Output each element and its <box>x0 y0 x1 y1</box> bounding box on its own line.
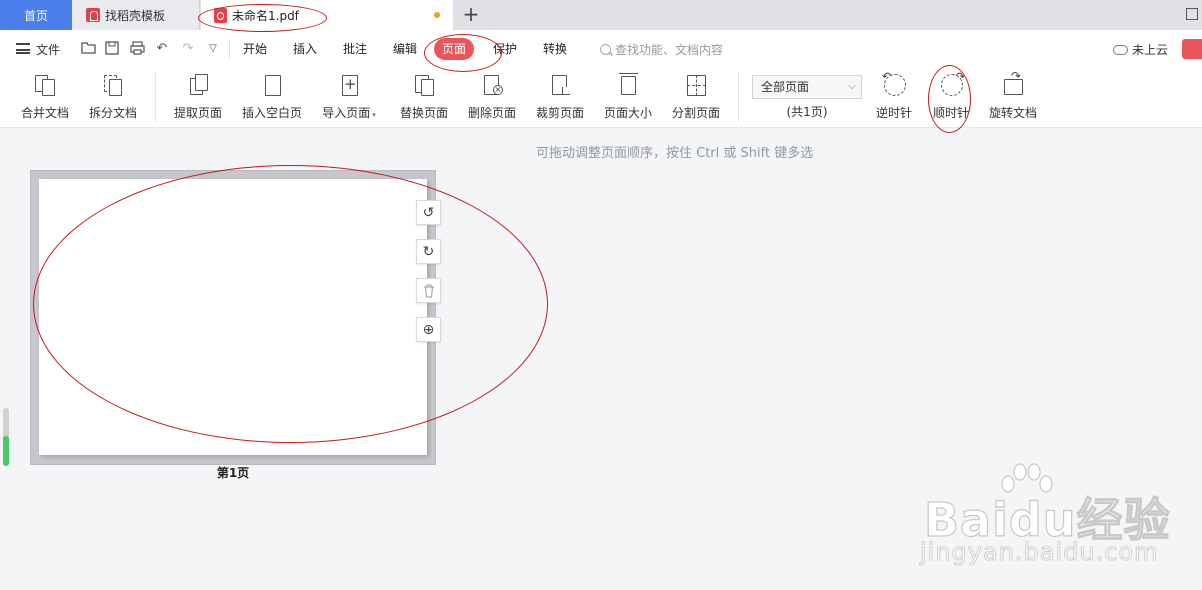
page-size-icon <box>616 72 640 98</box>
tab-home-label: 首页 <box>23 8 48 23</box>
menu-icon[interactable] <box>16 43 30 54</box>
page-thumbnail[interactable] <box>30 170 436 465</box>
tab-insert[interactable]: 插入 <box>285 38 325 60</box>
delete-page-icon: × <box>480 72 504 98</box>
crop-icon <box>548 72 572 98</box>
crop-page-button[interactable]: 裁剪页面 <box>530 72 590 124</box>
rotate-ccw-icon: ↶ <box>882 70 906 98</box>
insert-blank-page-button[interactable]: 插入空白页 <box>238 72 306 124</box>
replace-page-button[interactable]: 替换页面 <box>394 72 454 124</box>
rotate-ccw-button[interactable]: ↶ 逆时针 <box>868 70 920 124</box>
page-count: (共1页) <box>786 105 828 119</box>
delete-page-button[interactable]: × 删除页面 <box>462 72 522 124</box>
page-size-button[interactable]: 页面大小 <box>598 72 658 124</box>
cloud-label: 未上云 <box>1132 43 1169 57</box>
share-button[interactable] <box>1182 39 1202 59</box>
tab-templates-label: 找稻壳模板 <box>105 8 166 23</box>
merge-label: 合并文档 <box>20 106 69 120</box>
divider <box>155 72 156 122</box>
ribbon-toolbar: 合并文档 拆分文档 提取页面 插入空白页 + 导入页面 ▾ 替换页面 × 删除页… <box>0 68 1202 128</box>
page-number-label: 第1页 <box>216 466 250 480</box>
extract-label: 提取页面 <box>173 106 222 120</box>
tab-strip: 首页 找稻壳模板 未命名1.pdf + <box>0 0 1202 30</box>
rotate-cw-button[interactable]: ↷ 顺时针 <box>925 70 977 124</box>
cloud-status[interactable]: 未上云 <box>1113 41 1168 58</box>
tab-protect[interactable]: 保护 <box>485 38 525 60</box>
import-page-button[interactable]: + 导入页面 ▾ <box>316 72 382 124</box>
tab-document-label: 未命名1.pdf <box>232 8 299 23</box>
extract-page-button[interactable]: 提取页面 <box>168 72 228 124</box>
search-box[interactable]: 查找功能、文档内容 <box>600 41 723 58</box>
undo-icon[interactable]: ↶ <box>154 41 170 57</box>
chevron-down-icon: ⌵ <box>848 81 856 92</box>
tab-annotate[interactable]: 批注 <box>335 38 375 60</box>
search-icon <box>600 44 611 55</box>
split-page-button[interactable]: 分割页面 <box>666 72 726 124</box>
import-icon: + <box>337 72 361 98</box>
page-preview <box>39 179 427 455</box>
split-page-icon <box>684 72 708 98</box>
ccw-label: 逆时针 <box>875 106 912 120</box>
unsaved-indicator <box>434 12 440 18</box>
tab-start[interactable]: 开始 <box>235 38 275 60</box>
tab-edit[interactable]: 编辑 <box>385 38 425 60</box>
merge-docs-button[interactable]: 合并文档 <box>14 72 76 124</box>
rotate-document-button[interactable]: ↷ 旋转文档 <box>984 69 1042 124</box>
rotate-cw-icon: ↷ <box>939 70 965 98</box>
split-docs-button[interactable]: 拆分文档 <box>84 72 142 124</box>
tab-document[interactable]: 未命名1.pdf <box>201 0 453 30</box>
print-icon[interactable] <box>129 41 145 57</box>
save-icon[interactable] <box>104 41 120 57</box>
redo-icon[interactable]: ↷ <box>180 41 196 57</box>
blank-page-icon <box>260 72 284 98</box>
merge-icon <box>33 72 57 98</box>
window-restore-icon[interactable] <box>1186 8 1198 20</box>
divider <box>229 40 230 58</box>
new-tab-button[interactable]: + <box>460 4 482 26</box>
zoom-slider-fill <box>3 436 9 466</box>
tab-home[interactable]: 首页 <box>0 0 72 30</box>
chevron-down-icon[interactable]: ▽ <box>205 41 221 57</box>
search-placeholder: 查找功能、文档内容 <box>615 43 724 57</box>
tab-templates[interactable]: 找稻壳模板 <box>72 0 200 30</box>
menu-bar: 文件 ↶ ↷ ▽ 开始 插入 批注 编辑 页面 保护 转换 查找功能、文档内容 … <box>0 30 1202 68</box>
extract-icon <box>186 72 210 98</box>
page-range-select[interactable]: 全部页面 ⌵ <box>752 75 862 99</box>
pdf-file-icon <box>214 7 227 23</box>
page-range-value: 全部页面 <box>761 80 810 94</box>
insert-blank-label: 插入空白页 <box>241 106 302 120</box>
split-icon <box>101 72 125 98</box>
file-menu[interactable]: 文件 <box>36 41 60 58</box>
replace-label: 替换页面 <box>399 106 448 120</box>
import-label: 导入页面 ▾ <box>322 106 376 120</box>
page-size-label: 页面大小 <box>603 106 652 120</box>
thumb-rotate-cw-icon[interactable]: ↻ <box>416 239 441 264</box>
crop-label: 裁剪页面 <box>535 106 584 120</box>
thumb-delete-icon[interactable] <box>416 278 441 303</box>
divider <box>738 72 739 122</box>
baidu-watermark-url: jingyan.baidu.com <box>919 538 1159 567</box>
drag-hint: 可拖动调整页面顺序，按住 Ctrl 或 Shift 键多选 <box>536 146 814 161</box>
split-label: 拆分文档 <box>88 106 137 120</box>
rotate-doc-label: 旋转文档 <box>988 106 1037 120</box>
replace-icon <box>412 72 436 98</box>
open-folder-icon[interactable] <box>80 41 96 57</box>
split-page-label: 分割页面 <box>671 106 720 120</box>
thumb-rotate-ccw-icon[interactable]: ↺ <box>416 200 441 225</box>
cw-label: 顺时针 <box>932 106 969 120</box>
tab-convert[interactable]: 转换 <box>535 38 575 60</box>
docer-logo-icon <box>86 8 100 22</box>
tab-page[interactable]: 页面 <box>434 38 475 60</box>
cloud-icon <box>1113 44 1128 55</box>
thumb-insert-icon[interactable]: ⊕ <box>416 317 441 342</box>
rotate-document-icon: ↷ <box>1001 69 1025 98</box>
delete-label: 删除页面 <box>467 106 516 120</box>
